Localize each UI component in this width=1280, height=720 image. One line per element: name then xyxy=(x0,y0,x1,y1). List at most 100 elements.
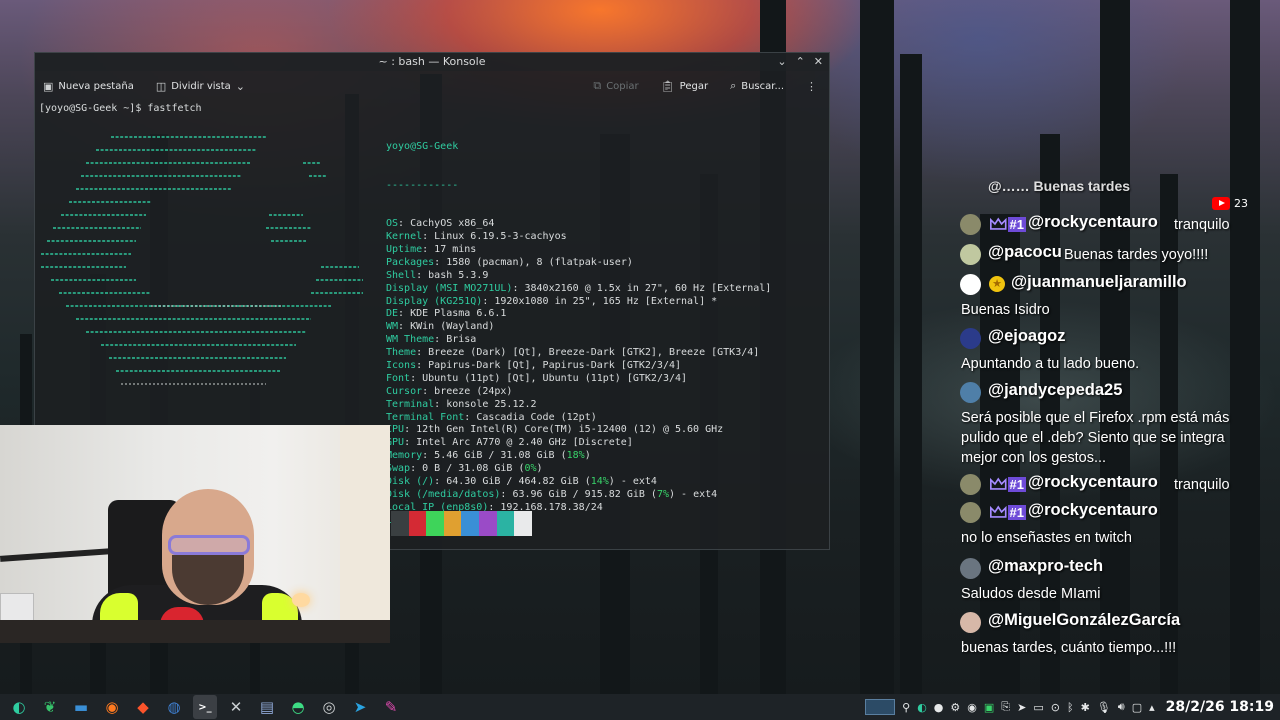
new-tab-button[interactable]: ▣ Nueva pestaña xyxy=(43,80,134,93)
copy-icon: ⧉ xyxy=(593,79,602,92)
avatar xyxy=(960,274,981,295)
chat-message: @maxpro-tech Saludos desde MIami xyxy=(956,556,1280,608)
paste-button[interactable]: 📋︎ Pegar xyxy=(661,80,708,93)
file-manager-icon[interactable]: ▬ xyxy=(69,695,93,719)
terminal-icon[interactable]: >_ xyxy=(193,695,217,719)
chat-message: ★ @juanmanueljaramillo Buenas Isidro xyxy=(956,272,1280,324)
separator-line: ------------ xyxy=(386,179,459,191)
chat-text: Buenas tardes yoyo!!!! xyxy=(1064,247,1209,263)
telegram-tray-icon[interactable]: ➤ xyxy=(1017,701,1026,714)
start-menu-icon[interactable]: ◐ xyxy=(7,695,31,719)
info-line: CPU: 12th Gen Intel(R) Core(TM) i5-12400… xyxy=(386,424,771,437)
info-value: Cascadia Code (12pt) xyxy=(476,411,597,423)
pager-icon[interactable] xyxy=(865,699,896,715)
split-view-button[interactable]: ◫ Dividir vista ⌄ xyxy=(156,80,245,93)
clipboard-icon[interactable]: ⎘ xyxy=(1001,700,1010,714)
color-swatch xyxy=(443,511,462,536)
telegram-icon[interactable]: ➤ xyxy=(348,695,372,719)
close-icon[interactable]: ✕ xyxy=(814,53,823,71)
notes-icon[interactable]: ▤ xyxy=(255,695,279,719)
updates-icon[interactable]: ⊙ xyxy=(1051,701,1060,714)
microphone-icon[interactable]: 🎙︎ xyxy=(1097,701,1111,714)
info-key: Packages xyxy=(386,256,435,268)
info-colon: : xyxy=(398,218,411,230)
chat-username: @pacocu xyxy=(988,243,1062,261)
copy-button[interactable]: ⧉ Copiar xyxy=(593,79,638,93)
browser-icon[interactable]: ◍ xyxy=(162,695,186,719)
bluetooth-icon[interactable]: ᛒ xyxy=(1067,701,1074,714)
konsole-toolbar: ▣ Nueva pestaña ◫ Dividir vista ⌄ ⧉ Copi… xyxy=(35,71,829,101)
network-icon[interactable]: ▢ xyxy=(1132,701,1142,714)
info-value: Ubuntu (11pt) [Qt], Ubuntu (11pt) [GTK2/… xyxy=(422,372,688,384)
chat-text: buenas tardes, cuánto tiempo...!!! xyxy=(961,640,1177,656)
info-value: 63.96 GiB / 915.82 GiB ( xyxy=(512,488,657,500)
maximize-icon[interactable]: ⌃ xyxy=(796,53,805,71)
color-swatch xyxy=(478,511,497,536)
info-key: Disk (/media/datos) xyxy=(386,488,501,500)
editor-icon[interactable]: ✎ xyxy=(379,695,403,719)
info-colon: : xyxy=(482,295,495,307)
android-icon[interactable]: ◓ xyxy=(286,695,310,719)
info-key: Theme xyxy=(386,347,417,359)
paste-icon: 📋︎ xyxy=(660,79,675,93)
chat-message-partial: @…… Buenas tardes xyxy=(956,180,1280,200)
info-value: CachyOS x86_64 xyxy=(410,218,495,230)
lamp xyxy=(292,593,310,607)
tray-expand-icon[interactable]: ▴ xyxy=(1149,701,1155,714)
broom-icon[interactable]: ⚲ xyxy=(902,701,910,714)
hamburger-menu-button[interactable]: ⋮ xyxy=(806,80,817,93)
chat-text: Será posible que el Firefox .rpm está má… xyxy=(961,410,1230,466)
info-colon: : xyxy=(404,437,417,449)
info-colon: : xyxy=(416,347,429,359)
color-swatch xyxy=(461,511,479,536)
search-button[interactable]: ⌕ Buscar... xyxy=(730,79,784,93)
settings-icon[interactable]: ✱ xyxy=(1081,701,1090,714)
brave-icon[interactable]: ◆ xyxy=(131,695,155,719)
window-titlebar[interactable]: ~ : bash — Konsole ⌄ ⌃ ✕ xyxy=(35,53,829,71)
chat-text: Buenas Isidro xyxy=(961,302,1050,318)
minimize-icon[interactable]: ⌄ xyxy=(777,53,786,71)
obs-tray-icon[interactable]: ◉ xyxy=(967,701,977,714)
shell-prompt: [yoyo@SG-Geek ~]$ fastfetch xyxy=(39,103,202,114)
record-icon[interactable]: ▣ xyxy=(984,701,994,714)
leaf-icon[interactable]: ❦ xyxy=(38,695,62,719)
streamer-glasses xyxy=(168,535,250,555)
system-tray: ⚲ ◐ ● ⚙ ◉ ▣ ⎘ ➤ ▭ ⊙ ᛒ ✱ 🎙︎ 🔊︎ ▢ ▴ 28/2/2… xyxy=(865,694,1280,720)
tree-trunk xyxy=(860,0,894,694)
info-value: 3840x2160 @ 1.5x in 27", 60 Hz [External… xyxy=(524,282,772,294)
steam-icon[interactable]: ⚙ xyxy=(950,701,960,714)
cachy-tray-icon[interactable]: ◐ xyxy=(917,701,927,714)
copy-label: Copiar xyxy=(606,80,639,92)
split-view-icon: ◫ xyxy=(155,79,167,93)
color-swatch xyxy=(426,511,444,536)
dot-icon[interactable]: ● xyxy=(934,701,944,714)
info-colon: : xyxy=(434,334,447,346)
battery-icon[interactable]: ▭ xyxy=(1033,701,1043,714)
kebab-menu-icon: ⋮ xyxy=(806,79,817,93)
info-line: Disk (/): 64.30 GiB / 464.82 GiB (14%) -… xyxy=(386,476,771,489)
clock[interactable]: 28/2/26 18:19 xyxy=(1166,699,1274,715)
info-suffix: ) - ext4 xyxy=(668,488,718,500)
router-box xyxy=(0,593,34,623)
new-tab-icon: ▣ xyxy=(43,79,54,93)
star-badge-icon: ★ xyxy=(989,276,1005,292)
info-colon: : xyxy=(404,424,417,436)
paste-label: Pegar xyxy=(679,80,709,92)
crown-badge-icon: #1 xyxy=(990,476,1026,492)
info-key: Font xyxy=(386,372,411,384)
obs-icon[interactable]: ◎ xyxy=(317,695,341,719)
cachyos-ascii-logo xyxy=(41,136,363,385)
chat-text: Saludos desde MIami xyxy=(961,586,1101,602)
info-line: WM: KWin (Wayland) xyxy=(386,321,771,334)
volume-icon[interactable]: 🔊︎ xyxy=(1118,700,1125,714)
chat-username: @jandycepeda25 xyxy=(988,381,1123,399)
info-key: Terminal xyxy=(386,398,435,410)
info-percent: 7% xyxy=(656,488,669,500)
tool-icon[interactable]: ✕ xyxy=(224,695,248,719)
info-suffix: ) xyxy=(536,463,543,475)
info-colon: : xyxy=(512,282,525,294)
firefox-icon[interactable]: ◉ xyxy=(100,695,124,719)
info-line: GPU: Intel Arc A770 @ 2.40 GHz [Discrete… xyxy=(386,437,771,450)
info-value: 17 mins xyxy=(434,244,477,255)
info-value: Papirus-Dark [Qt], Papirus-Dark [GTK2/3/… xyxy=(428,360,682,372)
